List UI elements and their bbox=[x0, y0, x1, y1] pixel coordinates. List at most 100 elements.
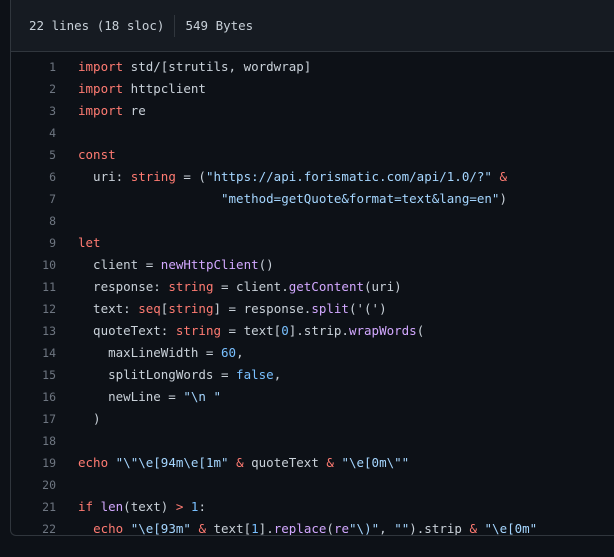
line-number[interactable]: 7 bbox=[11, 188, 78, 210]
header-divider bbox=[174, 14, 176, 37]
line-source: import std/[strutils, wordwrap] bbox=[78, 56, 311, 78]
code-token: quoteText: bbox=[78, 323, 176, 338]
line-number[interactable]: 15 bbox=[11, 364, 78, 386]
code-line: 4 bbox=[11, 122, 614, 144]
code-token: text: bbox=[78, 301, 139, 316]
code-token: = ( bbox=[175, 169, 206, 184]
line-number[interactable]: 14 bbox=[11, 342, 78, 364]
code-line: 14 maxLineWidth = 60, bbox=[11, 342, 614, 364]
code-token: & bbox=[326, 455, 334, 470]
code-token: ].strip. bbox=[288, 323, 349, 338]
code-token: 1 bbox=[251, 521, 259, 536]
line-number[interactable]: 17 bbox=[11, 408, 78, 430]
line-number[interactable]: 10 bbox=[11, 254, 78, 276]
code-line: 2 import httpclient bbox=[11, 78, 614, 100]
code-line: 5 const bbox=[11, 144, 614, 166]
code-token: , bbox=[379, 521, 395, 536]
code-token: splitLongWords = bbox=[78, 367, 237, 382]
code-line: 21 if len(text) > 1: bbox=[11, 496, 614, 518]
line-source: client = newHttpClient() bbox=[78, 254, 274, 276]
line-number[interactable]: 6 bbox=[11, 166, 78, 188]
code-token: std/[strutils, wordwrap] bbox=[123, 59, 312, 74]
code-body: 1 import std/[strutils, wordwrap] 2 import … bbox=[11, 52, 614, 536]
code-token: maxLineWidth = bbox=[78, 345, 221, 360]
code-token: string bbox=[168, 301, 214, 316]
code-token: "\n " bbox=[183, 389, 221, 404]
code-token: "\e[0m\"" bbox=[341, 455, 410, 470]
code-line: 12 text: seq[string] = response.split('(… bbox=[11, 298, 614, 320]
code-token: wrapWords bbox=[348, 323, 417, 338]
line-source: echo "\"\e[94m\e[1m" & quoteText & "\e[0… bbox=[78, 452, 409, 474]
line-source: splitLongWords = false, bbox=[78, 364, 281, 386]
line-source: maxLineWidth = 60, bbox=[78, 342, 244, 364]
line-number[interactable]: 12 bbox=[11, 298, 78, 320]
line-source: newLine = "\n " bbox=[78, 386, 221, 408]
line-number[interactable]: 16 bbox=[11, 386, 78, 408]
line-source: quoteText: string = text[0].strip.wrapWo… bbox=[78, 320, 424, 342]
code-token: ( bbox=[416, 323, 425, 338]
code-token: : bbox=[198, 499, 206, 514]
line-number[interactable]: 4 bbox=[11, 122, 78, 144]
code-token: httpclient bbox=[123, 81, 206, 96]
line-number[interactable]: 19 bbox=[11, 452, 78, 474]
code-token: const bbox=[78, 147, 116, 162]
line-number[interactable]: 13 bbox=[11, 320, 78, 342]
line-number[interactable]: 21 bbox=[11, 496, 78, 518]
code-token: , bbox=[273, 367, 282, 382]
code-token: string bbox=[175, 323, 221, 338]
line-number[interactable]: 9 bbox=[11, 232, 78, 254]
code-token: = client. bbox=[213, 279, 289, 294]
code-token: & bbox=[469, 521, 477, 536]
file-viewer: 22 lines (18 sloc) 549 Bytes 1 import std… bbox=[10, 0, 614, 536]
line-source: import httpclient bbox=[78, 78, 206, 100]
line-number[interactable]: 5 bbox=[11, 144, 78, 166]
line-source: echo "\e[93m" & text[1].replace(re"\)", … bbox=[78, 518, 538, 536]
code-token: len bbox=[100, 499, 124, 514]
code-token: seq bbox=[138, 301, 161, 316]
code-token: ) bbox=[78, 411, 101, 426]
code-token: import bbox=[78, 103, 124, 118]
code-token: 60 bbox=[221, 345, 237, 360]
code-token: newLine = bbox=[78, 389, 184, 404]
code-token: , bbox=[236, 345, 244, 360]
code-token: client = bbox=[78, 257, 161, 272]
line-number[interactable]: 18 bbox=[11, 430, 78, 452]
code-token: ( bbox=[326, 521, 334, 536]
code-token: "\"\e[94m\e[1m" bbox=[115, 455, 229, 470]
code-token: replace bbox=[273, 521, 327, 536]
code-line: 7 "method=getQuote&format=text&lang=en") bbox=[11, 188, 614, 210]
code-line: 18 bbox=[11, 430, 614, 452]
code-token: import bbox=[78, 81, 124, 96]
line-source: text: seq[string] = response.split('(') bbox=[78, 298, 387, 320]
line-number[interactable]: 20 bbox=[11, 474, 78, 496]
code-token: split bbox=[311, 301, 349, 316]
code-token: & bbox=[198, 521, 206, 536]
code-token: re bbox=[123, 103, 146, 118]
code-token: re bbox=[333, 521, 350, 536]
line-source: "method=getQuote&format=text&lang=en") bbox=[78, 188, 507, 210]
code-line: 11 response: string = client.getContent(… bbox=[11, 276, 614, 298]
code-token: ] = response. bbox=[213, 301, 312, 316]
code-line: 16 newLine = "\n " bbox=[11, 386, 614, 408]
code-token: ).strip bbox=[409, 521, 470, 536]
line-number[interactable]: 22 bbox=[11, 518, 78, 535]
code-line: 13 quoteText: string = text[0].strip.wra… bbox=[11, 320, 614, 342]
code-token: "method=getQuote&format=text&lang=en" bbox=[221, 191, 500, 206]
code-token: false bbox=[236, 367, 274, 382]
code-token: ]. bbox=[258, 521, 274, 536]
code-line: 9 let bbox=[11, 232, 614, 254]
line-number[interactable]: 8 bbox=[11, 210, 78, 232]
line-number[interactable]: 3 bbox=[11, 100, 78, 122]
line-number[interactable]: 2 bbox=[11, 78, 78, 100]
code-token: "\e[0m" bbox=[484, 521, 538, 536]
code-token: string bbox=[168, 279, 214, 294]
code-line: 3 import re bbox=[11, 100, 614, 122]
line-number[interactable]: 11 bbox=[11, 276, 78, 298]
line-number[interactable]: 1 bbox=[11, 56, 78, 78]
code-token: import bbox=[78, 59, 124, 74]
